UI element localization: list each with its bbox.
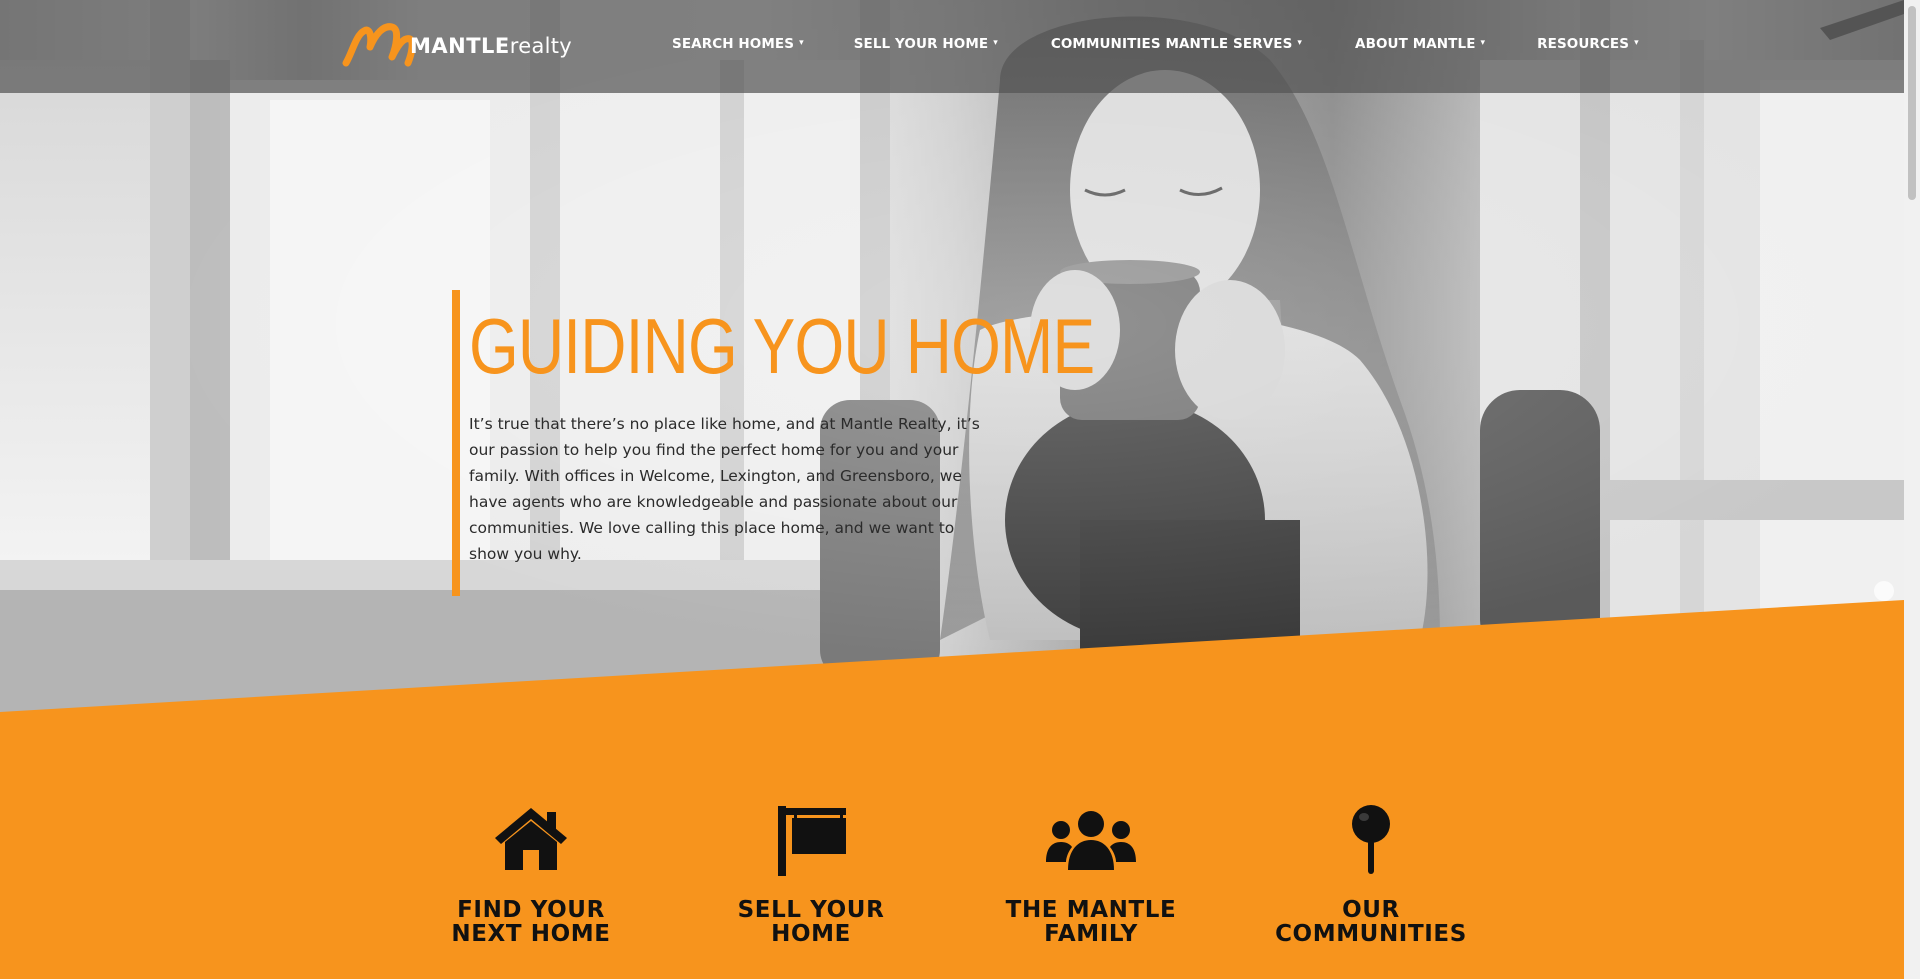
feature-title-line: SELL YOUR — [737, 897, 885, 923]
features-row: FIND YOUR NEXT HOME SELL YOUR HOME THE M… — [0, 0, 1904, 979]
feature-our-communities[interactable]: OUR COMMUNITIES — [1231, 804, 1511, 946]
people-icon — [1046, 811, 1136, 870]
feature-mantle-family[interactable]: THE MANTLE FAMILY — [951, 810, 1231, 946]
feature-title: OUR COMMUNITIES — [1231, 898, 1511, 946]
feature-title-line: FAMILY — [1044, 921, 1138, 947]
page: MANTLE realty SEARCH HOMES ▾ SELL YOUR H… — [0, 0, 1920, 979]
feature-title-line: NEXT HOME — [451, 921, 611, 947]
sign-post-icon — [778, 806, 846, 876]
feature-find-home[interactable]: FIND YOUR NEXT HOME — [391, 804, 671, 946]
scrollbar-thumb[interactable] — [1908, 6, 1916, 200]
feature-title: SELL YOUR HOME — [671, 898, 951, 946]
house-icon — [495, 808, 567, 870]
feature-title: FIND YOUR NEXT HOME — [391, 898, 671, 946]
feature-title: THE MANTLE FAMILY — [951, 898, 1231, 946]
feature-sell-home[interactable]: SELL YOUR HOME — [671, 804, 951, 946]
feature-title-line: OUR — [1342, 897, 1400, 923]
feature-title-line: FIND YOUR — [457, 897, 605, 923]
vertical-scrollbar[interactable] — [1904, 0, 1920, 979]
feature-title-line: THE MANTLE — [1005, 897, 1177, 923]
map-pin-icon — [1352, 805, 1390, 874]
feature-title-line: COMMUNITIES — [1275, 921, 1467, 947]
feature-title-line: HOME — [771, 921, 851, 947]
